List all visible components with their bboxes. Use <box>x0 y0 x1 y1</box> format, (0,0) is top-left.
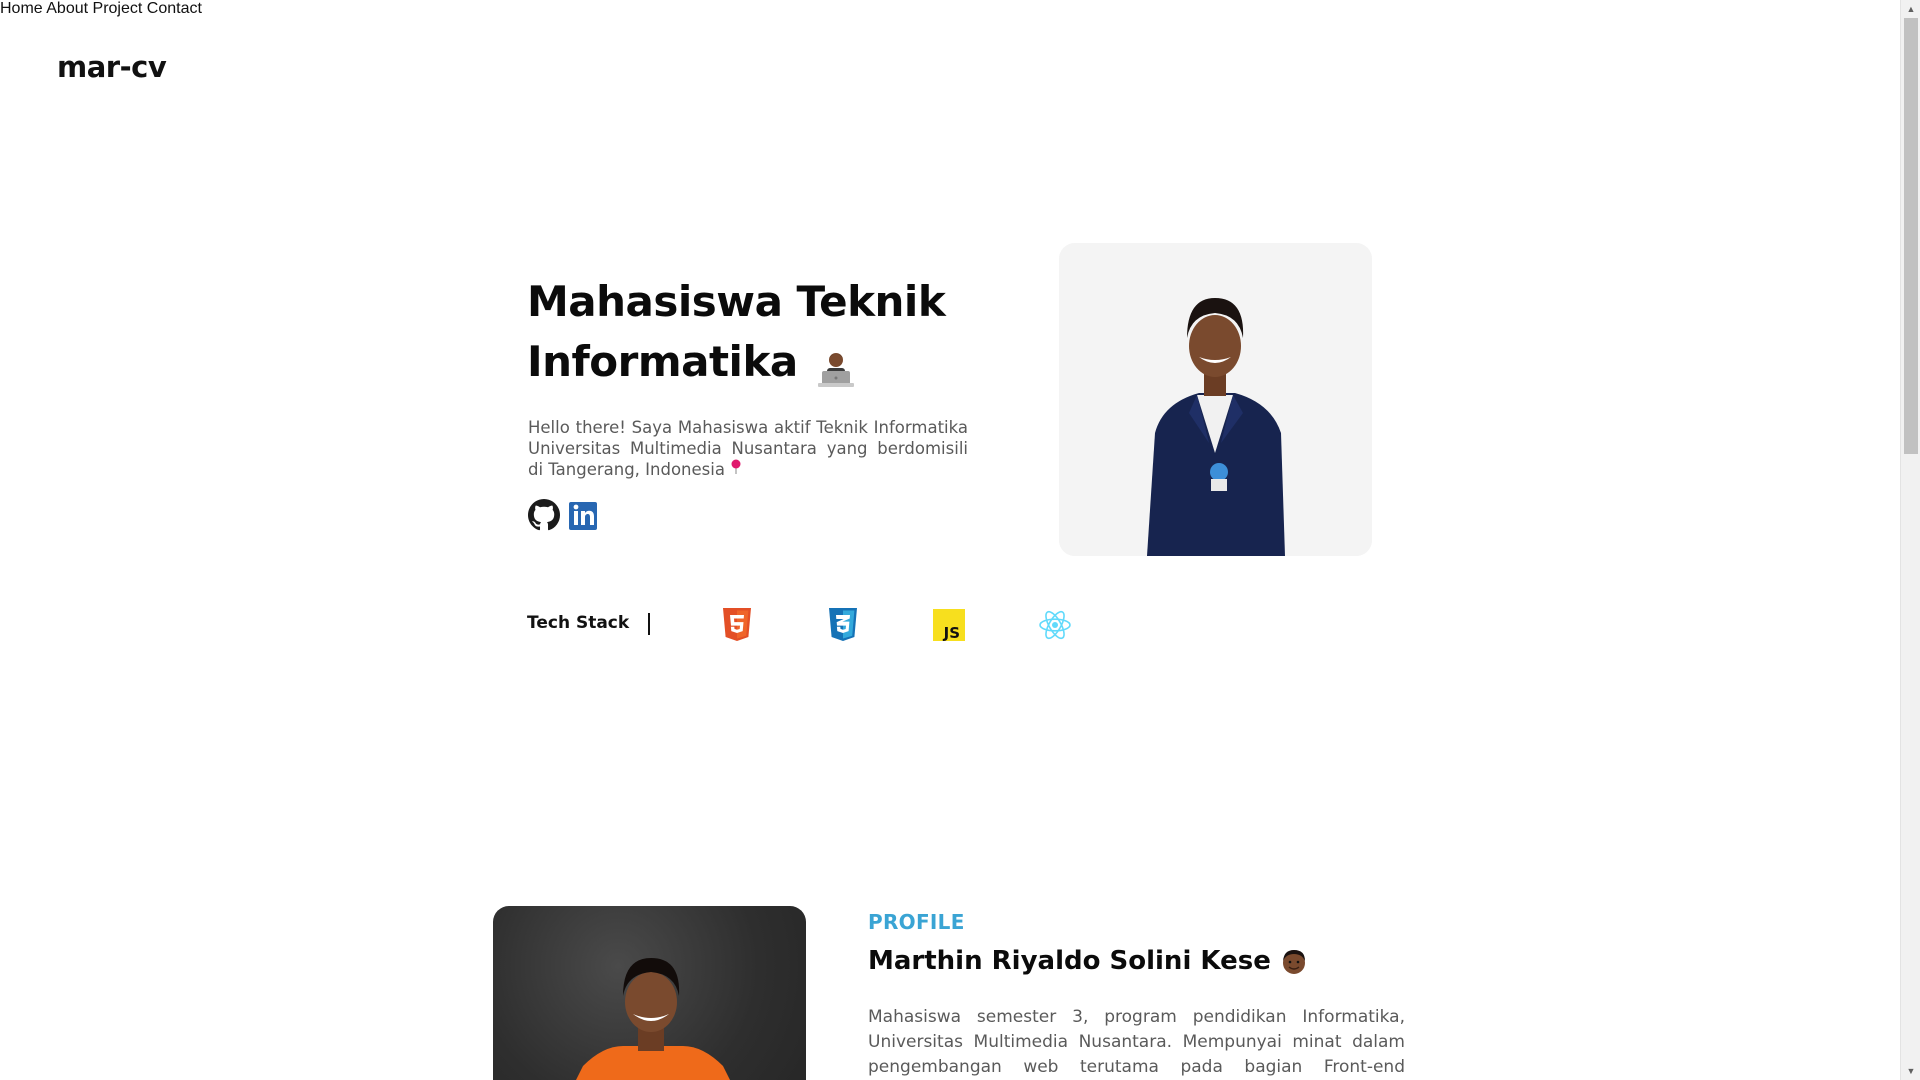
tech-stack-label: Tech Stack <box>527 613 630 633</box>
svg-text:JS: JS <box>943 624 960 642</box>
tech-stack: Tech Stack JS <box>527 607 1087 650</box>
nav-about-link[interactable]: About <box>46 0 88 17</box>
profile-kicker: PROFILE <box>868 910 965 934</box>
scrollbar-thumb[interactable] <box>1904 18 1918 454</box>
scroll-down-arrow-icon[interactable]: ▼ <box>1901 1062 1920 1080</box>
react-icon <box>1038 607 1071 643</box>
profile-name: Marthin Riyaldo Solini Kese <box>868 946 1308 976</box>
github-icon[interactable] <box>528 499 560 531</box>
javascript-icon: JS <box>933 607 965 643</box>
hero-title-line2: Informatika <box>527 337 798 386</box>
face-emoji-icon <box>1280 948 1308 976</box>
hero-description-text: Hello there! Saya Mahasiswa aktif Teknik… <box>528 418 968 479</box>
site-logo[interactable]: mar-cv <box>57 50 167 84</box>
tech-stack-divider <box>648 613 650 635</box>
profile-photo-secondary <box>493 906 806 1080</box>
technologist-emoji-icon <box>816 345 856 387</box>
scroll-up-arrow-icon[interactable]: ▲ <box>1901 0 1920 18</box>
nav-project-link[interactable]: Project <box>93 0 143 17</box>
linkedin-icon[interactable] <box>568 499 600 531</box>
main-nav: Home About Project Contact <box>0 0 1920 18</box>
hero-description: Hello there! Saya Mahasiswa aktif Teknik… <box>528 417 968 480</box>
social-links <box>528 499 600 531</box>
nav-home-link[interactable]: Home <box>0 0 43 17</box>
profile-name-text: Marthin Riyaldo Solini Kese <box>868 946 1271 976</box>
profile-photo <box>1059 243 1372 556</box>
page-scrollbar[interactable]: ▲ ▼ <box>1900 0 1920 1080</box>
hero-title: Mahasiswa Teknik Informatika <box>527 272 987 392</box>
pin-icon <box>730 459 742 480</box>
nav-contact-link[interactable]: Contact <box>147 0 202 17</box>
profile-description: Mahasiswa semester 3, program pendidikan… <box>868 1007 1405 1077</box>
css3-icon <box>827 607 859 643</box>
html5-icon <box>721 607 753 643</box>
hero-title-line1: Mahasiswa Teknik <box>527 277 946 326</box>
